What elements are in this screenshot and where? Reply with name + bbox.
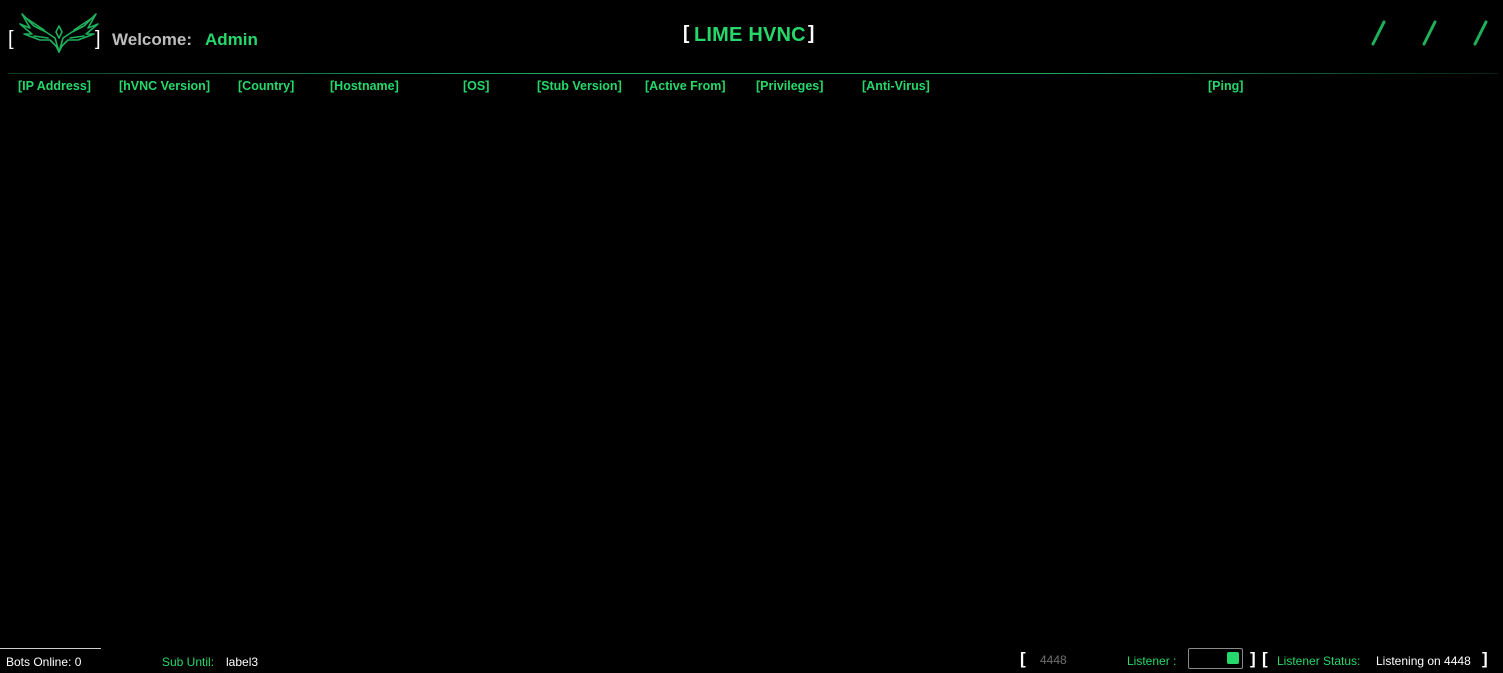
column-header-stub-version[interactable]: [Stub Version] — [537, 79, 622, 93]
bots-online-count: Bots Online: 0 — [6, 655, 82, 669]
welcome-label: Welcome: — [112, 30, 192, 49]
header-divider — [8, 73, 1498, 74]
status-bracket-left: [ — [1262, 649, 1268, 668]
listener-toggle[interactable] — [1188, 648, 1243, 669]
app-window: [ ] Welcome: Admin [ LIME HVNC ] [IP Add… — [0, 0, 1503, 673]
column-header-country[interactable]: [Country] — [238, 79, 294, 93]
listener-status-value: Listening on 4448 — [1376, 654, 1471, 668]
column-header-os[interactable]: [OS] — [463, 79, 489, 93]
client-list[interactable] — [8, 98, 1498, 638]
title-bracket-left: [ — [683, 23, 690, 44]
column-header-privileges[interactable]: [Privileges] — [756, 79, 823, 93]
title-bracket-right: ] — [808, 23, 815, 44]
phoenix-logo-icon — [16, 8, 102, 58]
status-bracket-right: ] — [1482, 649, 1488, 668]
logo-bracket-left: [ — [8, 28, 14, 50]
port-bracket-right: ] — [1250, 649, 1256, 668]
column-header-ip-address[interactable]: [IP Address] — [18, 79, 91, 93]
column-header-hostname[interactable]: [Hostname] — [330, 79, 399, 93]
minimize-icon[interactable] — [1369, 18, 1389, 48]
column-header-anti-virus[interactable]: [Anti-Virus] — [862, 79, 930, 93]
port-bracket-left: [ — [1020, 649, 1026, 668]
user-name: Admin — [205, 30, 258, 49]
close-icon[interactable] — [1471, 18, 1491, 48]
listener-label: Listener : — [1127, 654, 1177, 668]
column-header-hvnc-version[interactable]: [hVNC Version] — [119, 79, 210, 93]
maximize-icon[interactable] — [1420, 18, 1440, 48]
toggle-knob — [1227, 652, 1239, 664]
listener-status-label: Listener Status: — [1277, 654, 1361, 668]
sub-until-label: Sub Until: — [162, 655, 215, 669]
logo-bracket-right: ] — [95, 28, 101, 50]
sub-until-value: label3 — [226, 655, 259, 669]
column-header-ping[interactable]: [Ping] — [1208, 79, 1243, 93]
app-title: LIME HVNC — [694, 24, 806, 46]
port-input[interactable] — [1030, 651, 1104, 669]
column-header-active-from[interactable]: [Active From] — [645, 79, 726, 93]
